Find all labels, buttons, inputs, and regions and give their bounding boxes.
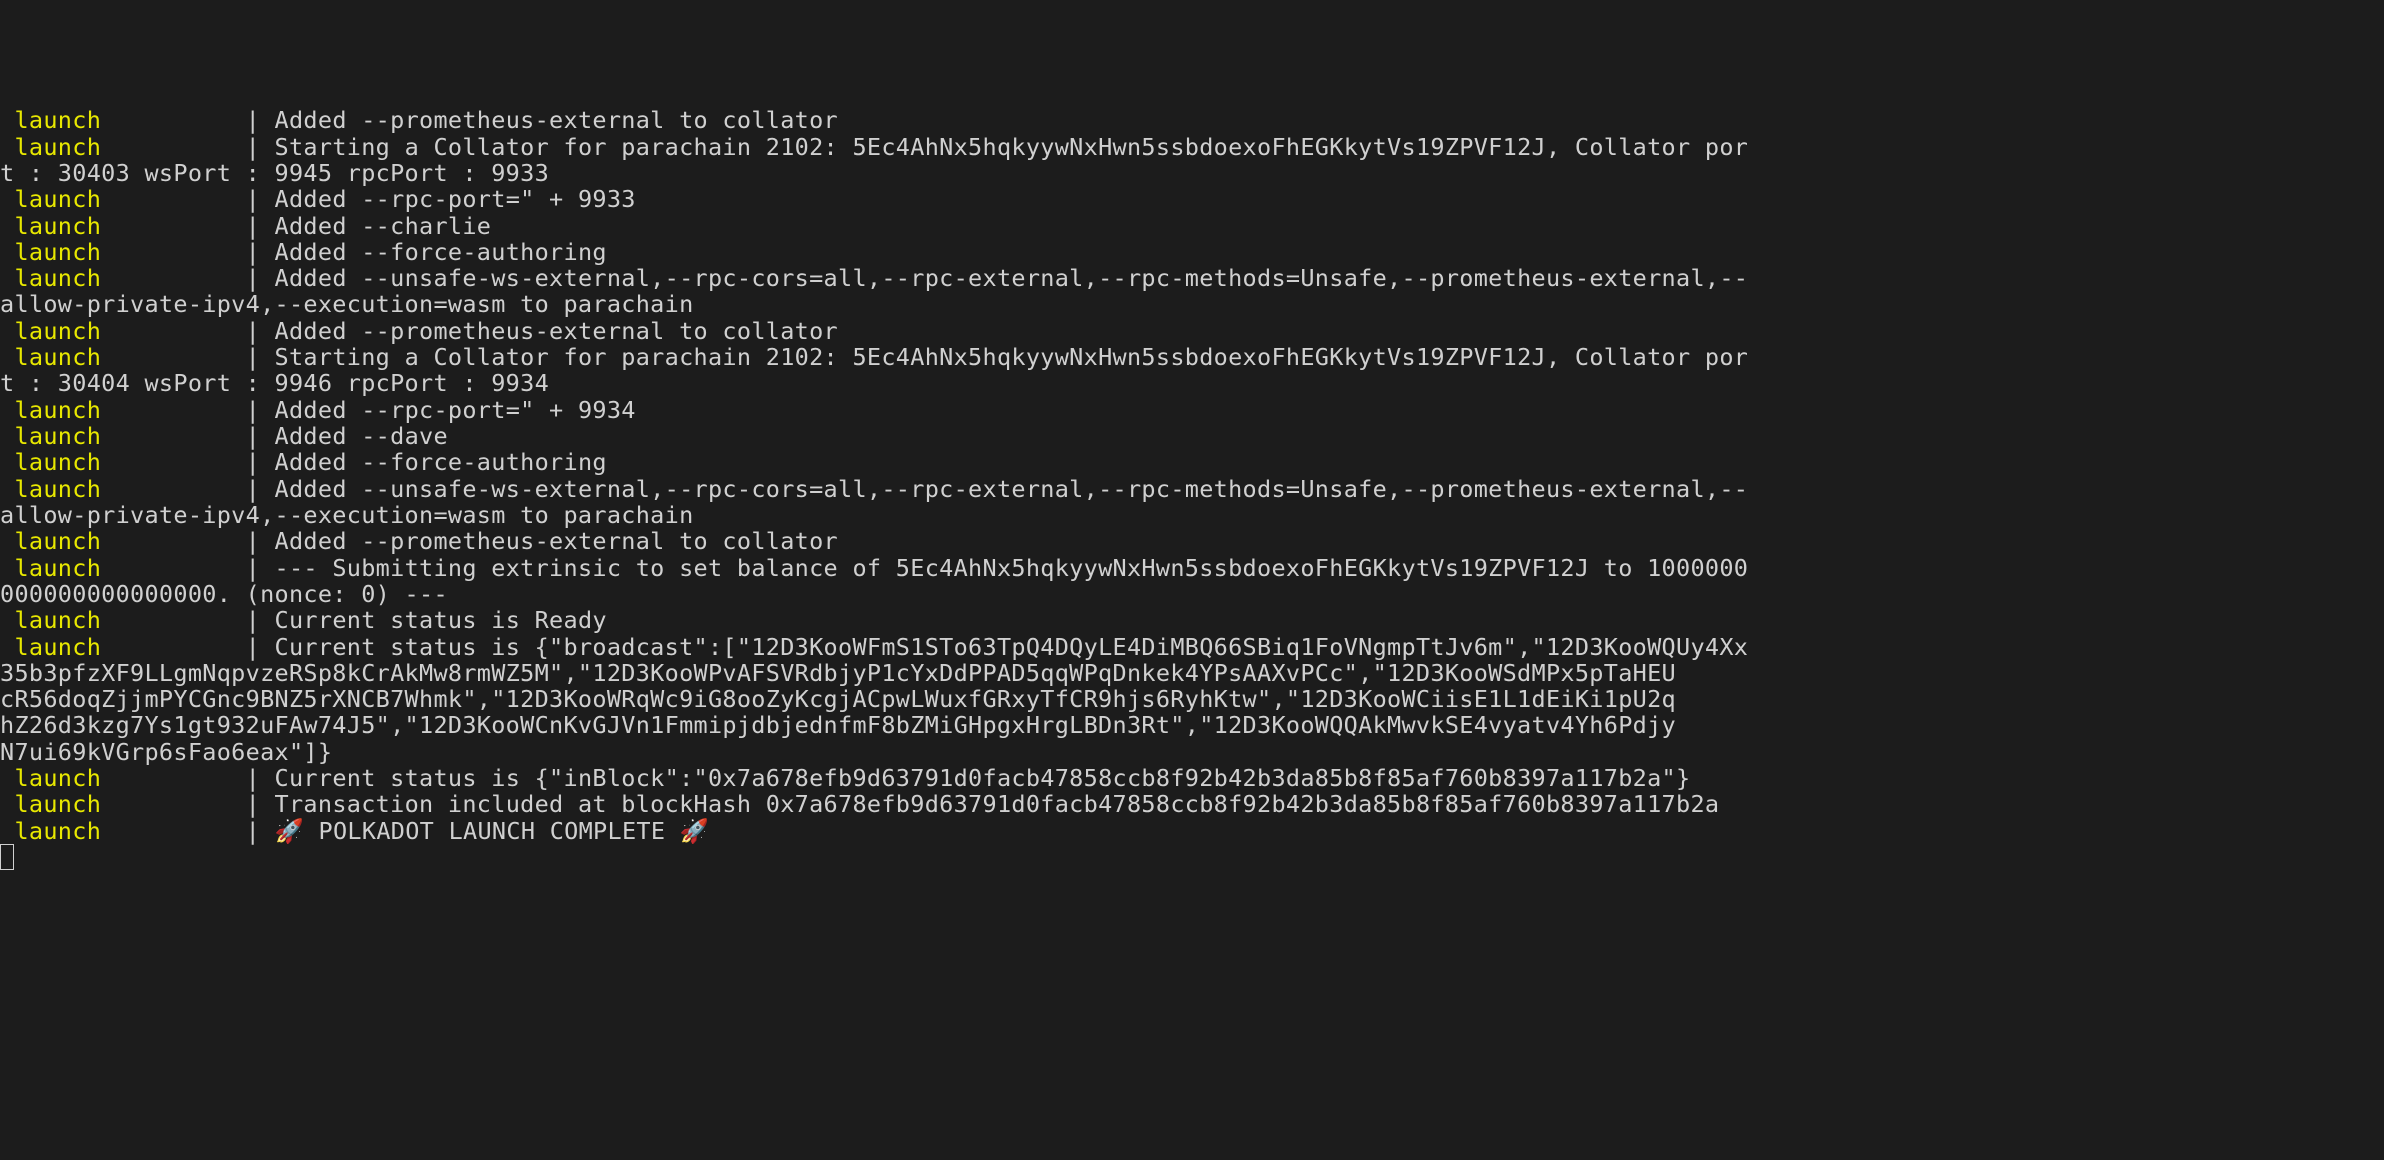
log-separator: | — [246, 790, 275, 818]
log-line: launch | Added --force-authoring — [0, 449, 2384, 475]
log-tag: launch — [0, 343, 246, 371]
log-tag: launch — [0, 133, 246, 161]
log-message: t : 30404 wsPort : 9946 rpcPort : 9934 — [0, 369, 549, 397]
log-separator: | — [246, 317, 275, 345]
log-line: t : 30403 wsPort : 9945 rpcPort : 9933 — [0, 160, 2384, 186]
log-message: hZ26d3kzg7Ys1gt932uFAw74J5","12D3KooWCnK… — [0, 711, 1676, 739]
log-message: Added --force-authoring — [275, 238, 607, 266]
log-line: launch | Current status is {"broadcast":… — [0, 634, 2384, 660]
log-tag: launch — [0, 106, 246, 134]
log-line: launch | Added --charlie — [0, 213, 2384, 239]
cursor-icon — [0, 844, 14, 870]
log-tag: launch — [0, 317, 246, 345]
log-separator: | — [246, 448, 275, 476]
log-line: launch | 🚀 POLKADOT LAUNCH COMPLETE 🚀 — [0, 818, 2384, 844]
log-line: launch | Starting a Collator for paracha… — [0, 134, 2384, 160]
log-tag: launch — [0, 396, 246, 424]
log-message: Added --charlie — [275, 212, 492, 240]
log-message: allow-private-ipv4,--execution=wasm to p… — [0, 501, 694, 529]
log-separator: | — [246, 817, 275, 845]
log-line: 000000000000000. (nonce: 0) --- — [0, 581, 2384, 607]
log-tag: launch — [0, 264, 246, 292]
log-tag: launch — [0, 422, 246, 450]
log-line: launch | Current status is {"inBlock":"0… — [0, 765, 2384, 791]
log-tag: launch — [0, 448, 246, 476]
log-separator: | — [246, 422, 275, 450]
log-line: cR56doqZjjmPYCGnc9BNZ5rXNCB7Whmk","12D3K… — [0, 686, 2384, 712]
log-tag: launch — [0, 212, 246, 240]
log-message: Added --rpc-port=" + 9934 — [275, 396, 636, 424]
log-message: t : 30403 wsPort : 9945 rpcPort : 9933 — [0, 159, 549, 187]
log-line: launch | Added --force-authoring — [0, 239, 2384, 265]
log-tag: launch — [0, 606, 246, 634]
log-tag: launch — [0, 817, 246, 845]
log-message: allow-private-ipv4,--execution=wasm to p… — [0, 290, 694, 318]
log-tag: launch — [0, 764, 246, 792]
log-message: Transaction included at blockHash 0x7a67… — [275, 790, 1720, 818]
log-separator: | — [246, 475, 275, 503]
log-message: Current status is {"broadcast":["12D3Koo… — [275, 633, 1749, 661]
log-message: Current status is Ready — [275, 606, 607, 634]
log-separator: | — [246, 185, 275, 213]
log-separator: | — [246, 527, 275, 555]
cursor-line — [0, 844, 2384, 870]
log-line: allow-private-ipv4,--execution=wasm to p… — [0, 502, 2384, 528]
log-line: t : 30404 wsPort : 9946 rpcPort : 9934 — [0, 370, 2384, 396]
log-separator: | — [246, 212, 275, 240]
log-separator: | — [246, 396, 275, 424]
log-message: Current status is {"inBlock":"0x7a678efb… — [275, 764, 1691, 792]
log-separator: | — [246, 633, 275, 661]
log-line: launch | Added --rpc-port=" + 9934 — [0, 397, 2384, 423]
log-line: N7ui69kVGrp6sFao6eax"]} — [0, 739, 2384, 765]
log-separator: | — [246, 264, 275, 292]
log-message: 000000000000000. (nonce: 0) --- — [0, 580, 448, 608]
log-message: Added --prometheus-external to collator — [275, 106, 838, 134]
log-message: Added --rpc-port=" + 9933 — [275, 185, 636, 213]
log-message: 🚀 POLKADOT LAUNCH COMPLETE 🚀 — [275, 817, 710, 845]
log-separator: | — [246, 554, 275, 582]
log-separator: | — [246, 238, 275, 266]
log-line: launch | Added --dave — [0, 423, 2384, 449]
log-tag: launch — [0, 185, 246, 213]
log-message: Added --dave — [275, 422, 448, 450]
log-separator: | — [246, 106, 275, 134]
log-line: allow-private-ipv4,--execution=wasm to p… — [0, 291, 2384, 317]
log-line: launch | Transaction included at blockHa… — [0, 791, 2384, 817]
log-tag: launch — [0, 475, 246, 503]
log-tag: launch — [0, 238, 246, 266]
log-message: Starting a Collator for parachain 2102: … — [275, 133, 1749, 161]
log-separator: | — [246, 764, 275, 792]
log-tag: launch — [0, 554, 246, 582]
terminal-output[interactable]: launch | Added --prometheus-external to … — [0, 105, 2384, 870]
log-line: launch | Added --unsafe-ws-external,--rp… — [0, 265, 2384, 291]
log-separator: | — [246, 343, 275, 371]
log-message: Added --prometheus-external to collator — [275, 317, 838, 345]
log-message: 35b3pfzXF9LLgmNqpvzeRSp8kCrAkMw8rmWZ5M",… — [0, 659, 1676, 687]
log-message: --- Submitting extrinsic to set balance … — [275, 554, 1749, 582]
log-line: hZ26d3kzg7Ys1gt932uFAw74J5","12D3KooWCnK… — [0, 712, 2384, 738]
log-message: cR56doqZjjmPYCGnc9BNZ5rXNCB7Whmk","12D3K… — [0, 685, 1676, 713]
log-line: launch | Current status is Ready — [0, 607, 2384, 633]
log-line: launch | Added --unsafe-ws-external,--rp… — [0, 476, 2384, 502]
log-message: Added --unsafe-ws-external,--rpc-cors=al… — [275, 264, 1749, 292]
log-tag: launch — [0, 527, 246, 555]
log-message: Added --force-authoring — [275, 448, 607, 476]
log-tag: launch — [0, 633, 246, 661]
log-line: launch | Added --prometheus-external to … — [0, 107, 2384, 133]
log-tag: launch — [0, 790, 246, 818]
log-line: launch | Starting a Collator for paracha… — [0, 344, 2384, 370]
log-message: Starting a Collator for parachain 2102: … — [275, 343, 1749, 371]
log-line: launch | Added --prometheus-external to … — [0, 318, 2384, 344]
log-separator: | — [246, 606, 275, 634]
log-separator: | — [246, 133, 275, 161]
log-line: launch | --- Submitting extrinsic to set… — [0, 555, 2384, 581]
log-line: 35b3pfzXF9LLgmNqpvzeRSp8kCrAkMw8rmWZ5M",… — [0, 660, 2384, 686]
log-line: launch | Added --rpc-port=" + 9933 — [0, 186, 2384, 212]
log-line: launch | Added --prometheus-external to … — [0, 528, 2384, 554]
log-message: Added --unsafe-ws-external,--rpc-cors=al… — [275, 475, 1749, 503]
log-message: Added --prometheus-external to collator — [275, 527, 838, 555]
log-message: N7ui69kVGrp6sFao6eax"]} — [0, 738, 332, 766]
